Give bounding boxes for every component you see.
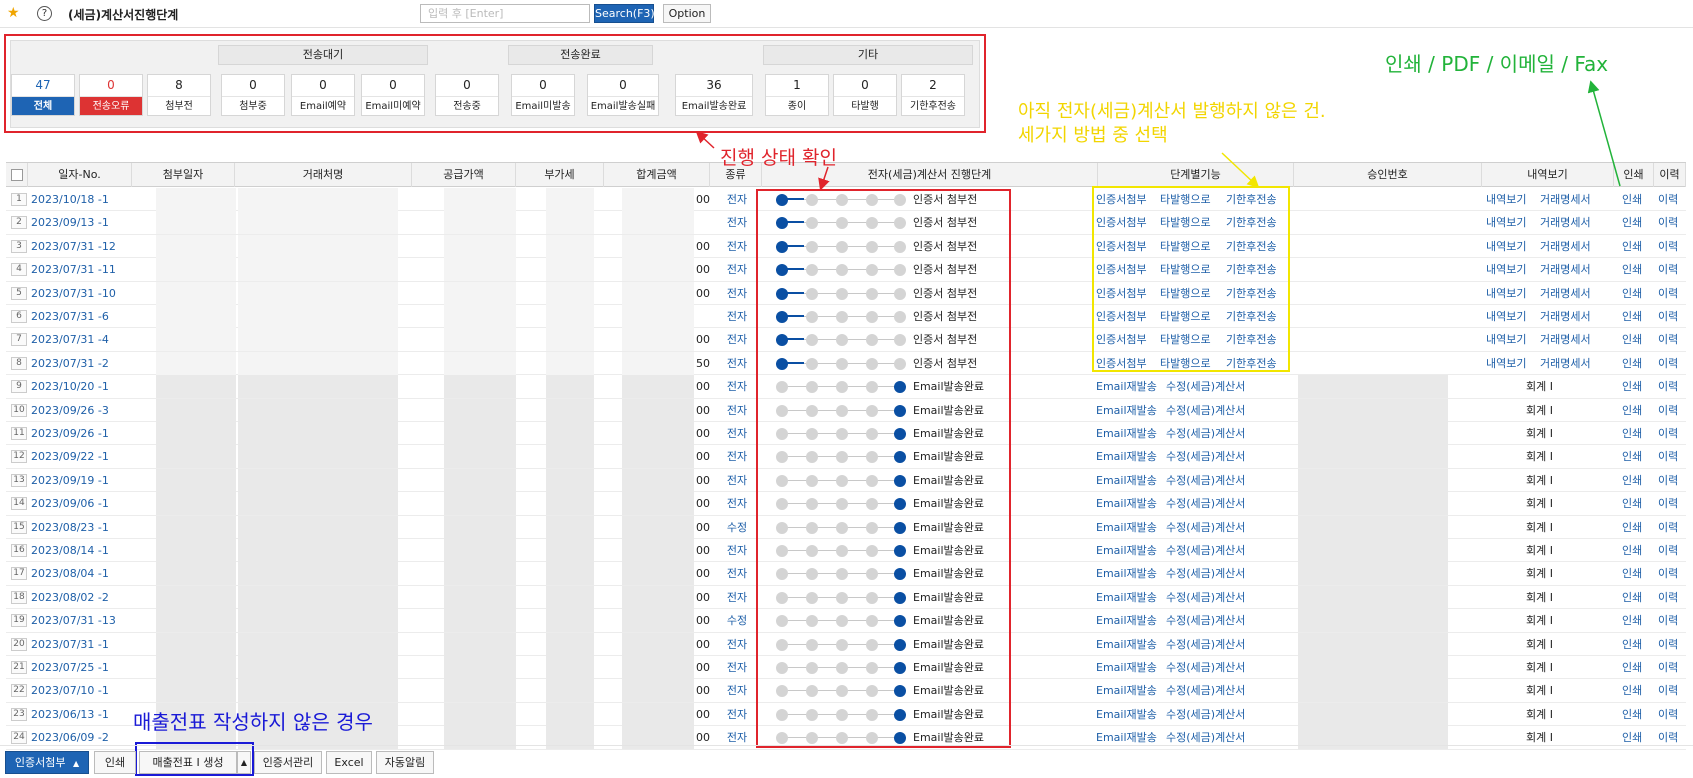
arrow-to-status <box>695 130 715 149</box>
excel-button[interactable]: Excel <box>326 751 372 774</box>
create-slip-button[interactable]: 매출전표 I 생성 <box>139 751 237 774</box>
auto-notice-button[interactable]: 자동알림 <box>376 751 434 774</box>
bottom-toolbar: 인증서첨부 ▲ 인쇄 매출전표 I 생성 ▲ 인증서관리 Excel 자동알림 <box>0 745 1693 778</box>
caret-down-icon[interactable]: ▲ <box>237 751 251 774</box>
annotation-arrows <box>695 80 1621 191</box>
cert-manage-button[interactable]: 인증서관리 <box>254 751 322 774</box>
print-button[interactable]: 인쇄 <box>94 751 136 774</box>
caret-down-icon[interactable]: ▲ <box>73 759 79 768</box>
arrow-to-functions <box>1221 152 1260 189</box>
arrow-to-print <box>1587 80 1621 187</box>
attach-cert-button[interactable]: 인증서첨부 ▲ <box>5 751 89 774</box>
arrow-to-progress <box>818 166 830 191</box>
